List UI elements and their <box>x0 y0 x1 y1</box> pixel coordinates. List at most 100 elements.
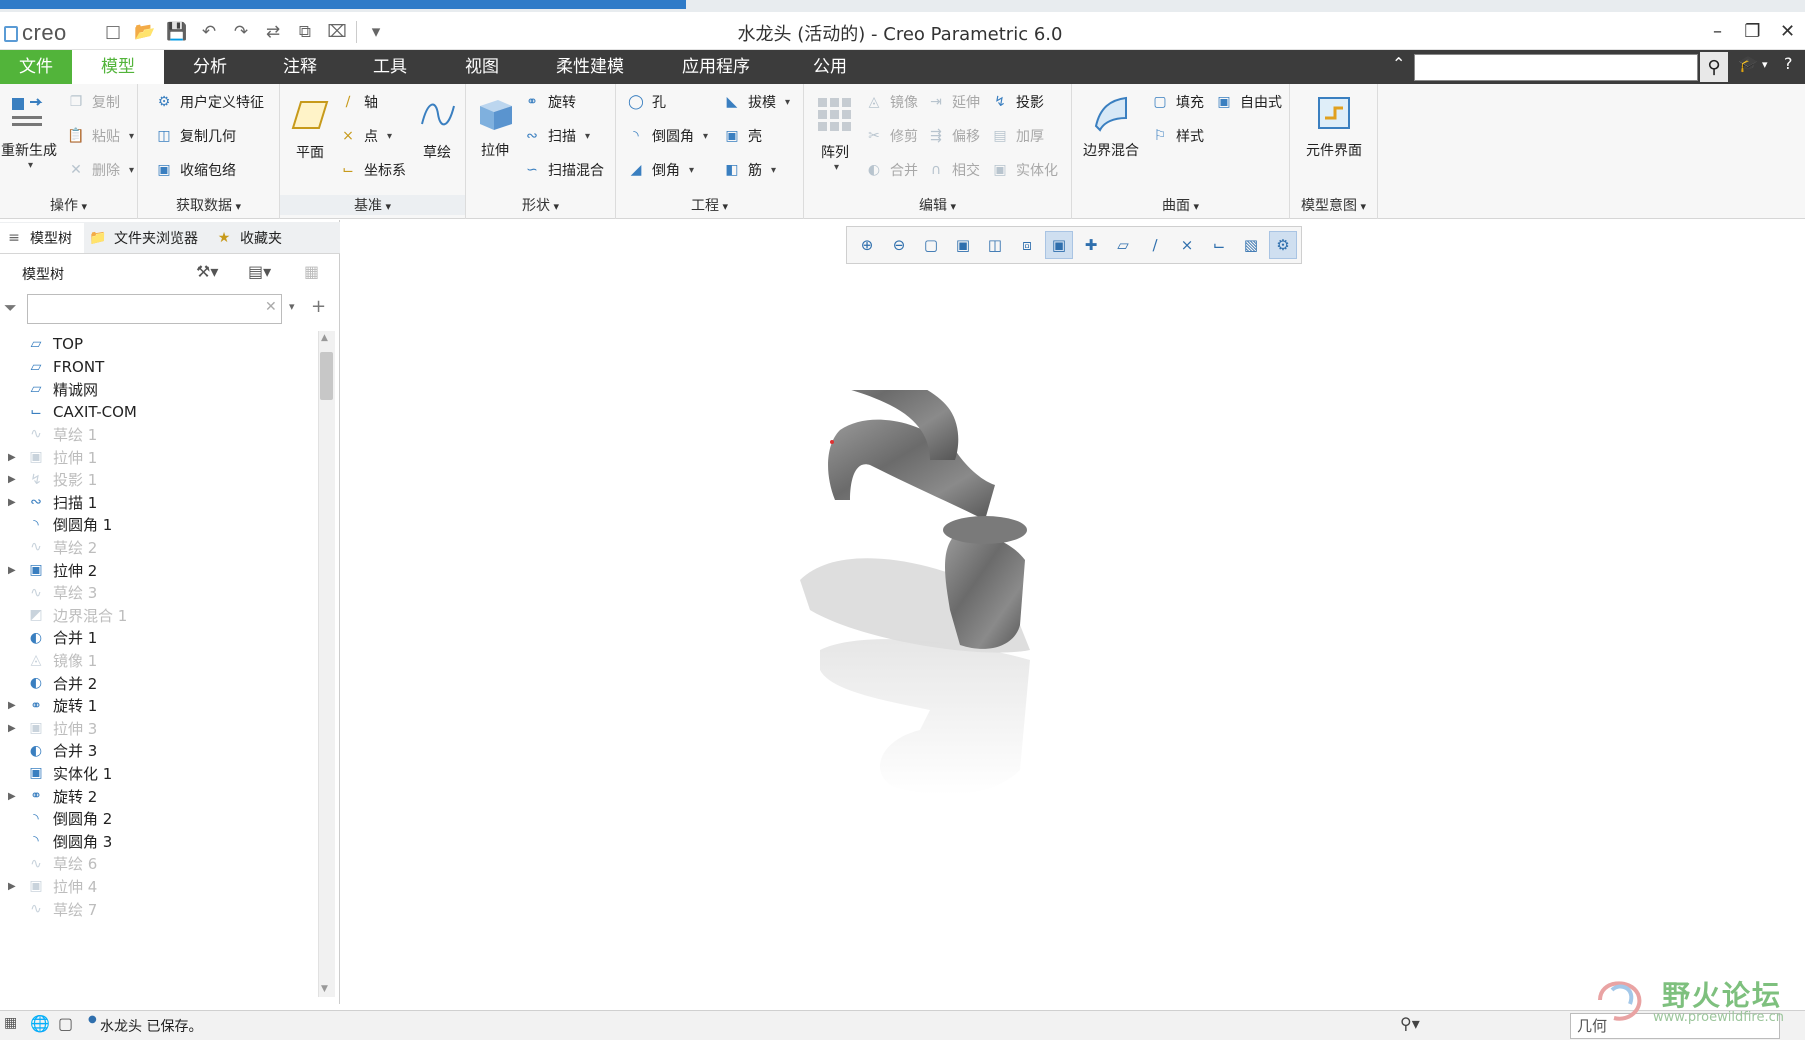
scroll-down-icon[interactable]: ▼ <box>321 984 328 994</box>
scroll-up-icon[interactable]: ▲ <box>321 333 328 343</box>
tree-scrollbar-thumb[interactable] <box>320 352 333 400</box>
tab-tools[interactable]: 工具 <box>352 50 428 84</box>
hole-button[interactable]: ◯ 孔 <box>626 92 666 112</box>
learning-connector-icon[interactable]: 🎓 <box>1738 54 1758 73</box>
tree-scrollbar[interactable] <box>318 331 335 997</box>
tab-common[interactable]: 公用 <box>790 50 870 84</box>
solidify-button[interactable]: ▣ 实体化 <box>990 160 1058 180</box>
tab-model-tree[interactable]: ≡ 模型树 <box>0 223 84 253</box>
save-icon[interactable]: 💾 <box>164 19 190 45</box>
project-button[interactable]: ↯ 投影 <box>990 92 1044 112</box>
pattern-button[interactable]: 阵列 ▾ <box>810 94 860 173</box>
swept-blend-button[interactable]: ∽ 扫描混合 <box>522 160 604 180</box>
view-manager-icon[interactable]: ▣ <box>1045 231 1073 259</box>
tab-file[interactable]: 文件 <box>0 50 72 84</box>
status-toggle-icon[interactable]: ▦ <box>4 1015 17 1031</box>
copy-geometry-button[interactable]: ◫ 复制几何 <box>154 126 236 146</box>
round-button[interactable]: ◝ 倒圆角 ▾ <box>626 126 708 146</box>
group-label-shapes[interactable]: 形状 <box>466 195 615 215</box>
chamfer-button[interactable]: ◢ 倒角 ▾ <box>626 160 694 180</box>
zoom-out-icon[interactable]: ⊖ <box>885 231 913 259</box>
mirror-button[interactable]: ◬ 镜像 <box>864 92 918 112</box>
csys-button[interactable]: ⌙ 坐标系 <box>338 160 406 180</box>
paste-button[interactable]: 📋 粘贴 ▾ <box>66 126 134 146</box>
udf-button[interactable]: ⚙ 用户定义特征 <box>154 92 264 112</box>
shell-button[interactable]: ▣ 壳 <box>722 126 762 146</box>
browser-toggle-icon[interactable]: 🌐 <box>30 1014 50 1033</box>
fullscreen-icon[interactable]: ▢ <box>58 1014 73 1033</box>
revolve-button[interactable]: ⚭ 旋转 <box>522 92 576 112</box>
expand-arrow-icon[interactable]: ▶ <box>8 565 18 576</box>
help-icon[interactable]: ? <box>1784 54 1793 73</box>
saved-orientations-icon[interactable]: ⧈ <box>1013 231 1041 259</box>
group-label-datum[interactable]: 基准 <box>280 195 465 215</box>
tab-folder-browser[interactable]: 📁 文件夹浏览器 <box>84 223 210 253</box>
group-label-engineering[interactable]: 工程 <box>616 195 803 215</box>
regenerate-button[interactable]: 重新生成 ▾ <box>0 92 58 171</box>
close-window-icon[interactable]: ⌧ <box>324 19 350 45</box>
tab-view[interactable]: 视图 <box>442 50 522 84</box>
delete-button[interactable]: ✕ 删除 ▾ <box>66 160 134 180</box>
group-label-model-intent[interactable]: 模型意图 <box>1290 195 1377 215</box>
zoom-in-icon[interactable]: ⊕ <box>853 231 881 259</box>
new-file-icon[interactable]: □ <box>100 19 126 45</box>
axis-button[interactable]: ∕ 轴 <box>338 92 378 112</box>
offset-button[interactable]: ⇶ 偏移 <box>926 126 980 146</box>
tab-annotate[interactable]: 注释 <box>260 50 340 84</box>
minimize-icon[interactable]: – <box>1700 14 1735 48</box>
copy-button[interactable]: ❐ 复制 <box>66 92 120 112</box>
sweep-button[interactable]: ∾ 扫描 ▾ <box>522 126 590 146</box>
group-label-get-data[interactable]: 获取数据 <box>138 195 279 215</box>
plane-display-icon[interactable]: ▱ <box>1109 231 1137 259</box>
repaint-icon[interactable]: ▣ <box>949 231 977 259</box>
learning-dropdown-icon[interactable]: ▾ <box>1762 58 1768 71</box>
expand-arrow-icon[interactable]: ▶ <box>8 452 18 463</box>
thicken-button[interactable]: ▤ 加厚 <box>990 126 1044 146</box>
expand-arrow-icon[interactable]: ▶ <box>8 700 18 711</box>
collapse-ribbon-icon[interactable]: ⌃ <box>1392 54 1405 73</box>
group-label-editing[interactable]: 编辑 <box>804 195 1071 215</box>
fill-button[interactable]: ▢ 填充 <box>1150 92 1204 112</box>
plane-button[interactable]: 平面 <box>286 94 334 162</box>
spin-center-icon[interactable]: ⚙ <box>1269 231 1297 259</box>
boundary-blend-button[interactable]: 边界混合 <box>1076 92 1146 160</box>
component-interface-button[interactable]: 元件界面 <box>1294 92 1374 160</box>
faucet-model[interactable] <box>780 390 1140 810</box>
regenerate-dropdown-icon[interactable]: ▾ <box>28 160 33 171</box>
search-icon[interactable]: ⚲ <box>1700 52 1728 82</box>
tree-filter-options-icon[interactable]: ▦ <box>304 262 319 281</box>
close-icon[interactable]: ✕ <box>1770 14 1805 48</box>
intersect-button[interactable]: ∩ 相交 <box>926 160 980 180</box>
tab-model[interactable]: 模型 <box>72 50 164 84</box>
add-filter-icon[interactable]: + <box>311 296 326 317</box>
tree-settings-icon[interactable]: ⚒▾ <box>196 262 218 281</box>
style-button[interactable]: ⚐ 样式 <box>1150 126 1204 146</box>
refit-icon[interactable]: ▢ <box>917 231 945 259</box>
group-label-operations[interactable]: 操作 <box>0 195 137 215</box>
customize-qat-icon[interactable]: ▾ <box>363 19 389 45</box>
group-label-surfaces[interactable]: 曲面 <box>1072 195 1289 215</box>
annotation-display-icon[interactable]: ▧ <box>1237 231 1265 259</box>
extrude-button[interactable]: 拉伸 <box>470 92 520 160</box>
find-icon[interactable]: ⚲▾ <box>1400 1014 1420 1033</box>
datum-display-icon[interactable]: ✚ <box>1077 231 1105 259</box>
csys-display-icon[interactable]: ⌙ <box>1205 231 1233 259</box>
maximize-icon[interactable]: ❐ <box>1735 14 1770 48</box>
draft-button[interactable]: ◣ 拔模 ▾ <box>722 92 790 112</box>
shrinkwrap-button[interactable]: ▣ 收缩包络 <box>154 160 236 180</box>
undo-icon[interactable]: ↶ <box>196 19 222 45</box>
trim-button[interactable]: ✂ 修剪 <box>864 126 918 146</box>
tab-flexible-modeling[interactable]: 柔性建模 <box>540 50 640 84</box>
redo-icon[interactable]: ↷ <box>228 19 254 45</box>
display-style-icon[interactable]: ◫ <box>981 231 1009 259</box>
tab-analysis[interactable]: 分析 <box>172 50 248 84</box>
point-button[interactable]: × 点 ▾ <box>338 126 392 146</box>
clear-filter-icon[interactable]: ✕ <box>265 299 277 315</box>
show-settings-icon[interactable]: ▤▾ <box>248 262 271 281</box>
regenerate-icon[interactable]: ⇄ <box>260 19 286 45</box>
expand-arrow-icon[interactable]: ▶ <box>8 723 18 734</box>
tab-favorites[interactable]: ★ 收藏夹 <box>210 223 294 253</box>
filter-dropdown-icon[interactable]: ▾ <box>289 300 295 313</box>
freestyle-button[interactable]: ▣ 自由式 <box>1214 92 1282 112</box>
axis-display-icon[interactable]: ∕ <box>1141 231 1169 259</box>
